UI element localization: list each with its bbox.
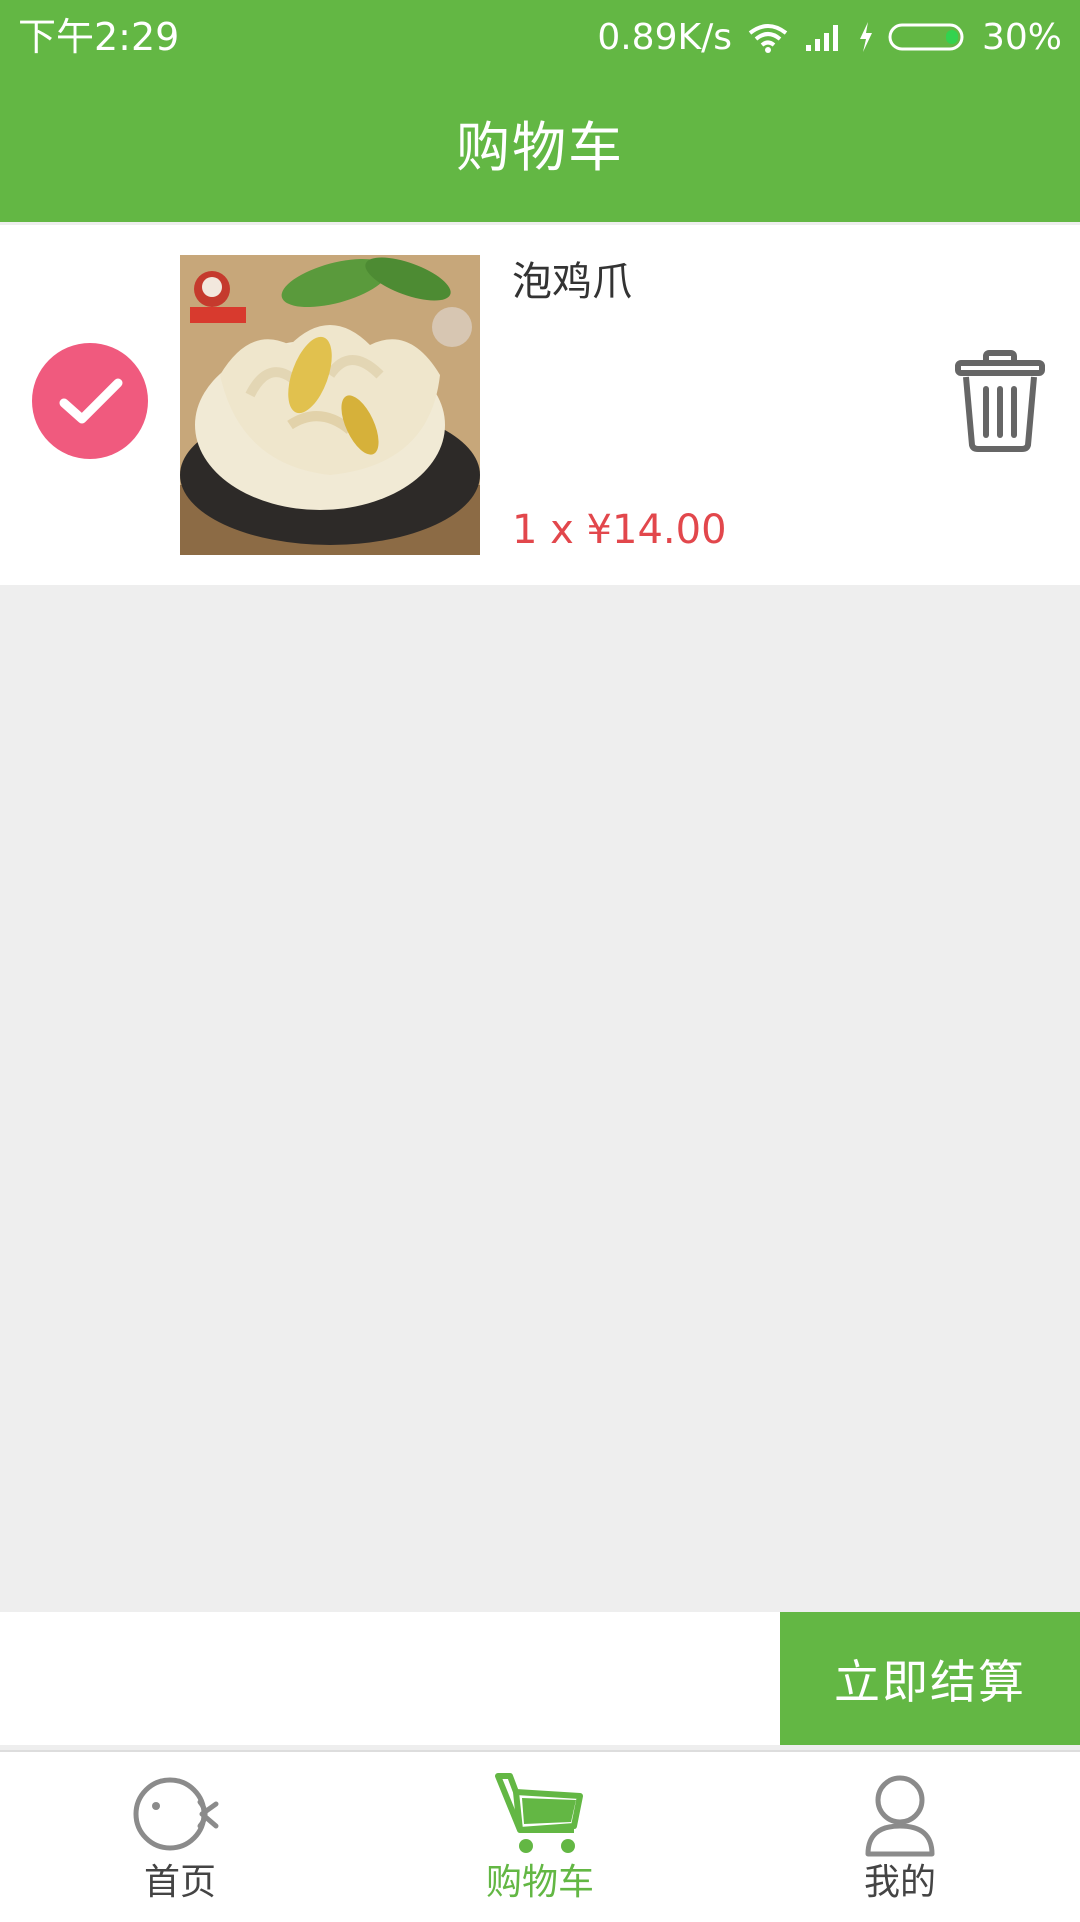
chicken-feet-photo bbox=[180, 255, 480, 555]
item-checkbox[interactable] bbox=[32, 343, 148, 459]
trash-icon[interactable] bbox=[952, 349, 1048, 453]
product-price: 1 x ¥14.00 bbox=[512, 507, 727, 553]
status-indicators: 0.89K/s 30% bbox=[597, 14, 1062, 60]
nav-label-cart: 购物车 bbox=[485, 1862, 594, 1903]
charging-icon bbox=[859, 22, 872, 52]
nav-label-profile: 我的 bbox=[863, 1862, 936, 1903]
wifi-icon bbox=[748, 24, 788, 53]
page-title: 购物车 bbox=[456, 116, 624, 179]
nav-item-profile[interactable]: 我的 bbox=[720, 1752, 1080, 1922]
cart-icon bbox=[495, 1773, 583, 1853]
nav-item-home[interactable]: 首页 bbox=[0, 1752, 360, 1922]
checkout-bar: 立即结算 bbox=[0, 1612, 1080, 1745]
battery-icon bbox=[888, 23, 964, 51]
checkout-button[interactable]: 立即结算 bbox=[780, 1612, 1080, 1745]
battery-percent: 30% bbox=[981, 16, 1062, 58]
product-name: 泡鸡爪 bbox=[512, 259, 632, 305]
app-bar: 购物车 bbox=[0, 75, 1080, 222]
nav-item-cart[interactable]: 购物车 bbox=[360, 1752, 720, 1922]
nav-label-home: 首页 bbox=[143, 1862, 216, 1903]
checkmark-icon bbox=[59, 378, 123, 424]
network-speed: 0.89K/s bbox=[597, 16, 732, 58]
bottom-nav: 首页 购物车 我的 bbox=[0, 1750, 1080, 1922]
status-time: 下午2:29 bbox=[18, 15, 180, 59]
profile-icon bbox=[865, 1775, 935, 1857]
home-icon bbox=[133, 1777, 219, 1851]
product-image[interactable] bbox=[180, 255, 480, 555]
status-bar: 下午2:29 0.89K/s 30% bbox=[0, 0, 1080, 75]
cart-item: 泡鸡爪 1 x ¥14.00 bbox=[0, 225, 1080, 585]
signal-icon bbox=[805, 25, 838, 51]
